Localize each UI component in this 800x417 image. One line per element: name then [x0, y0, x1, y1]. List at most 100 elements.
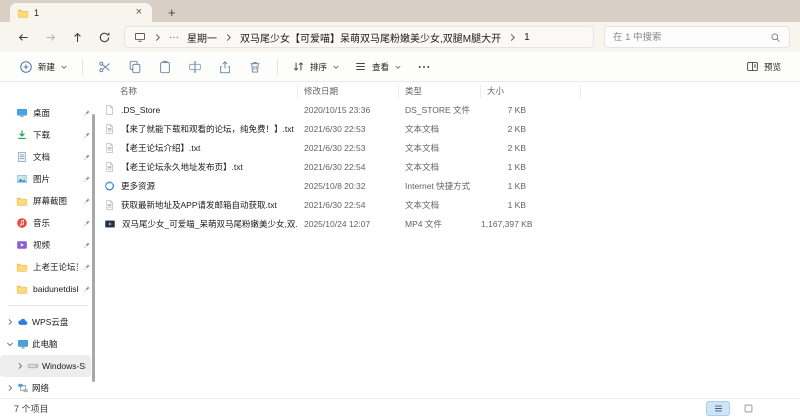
file-name: 获取最新地址及APP请发邮箱自动获取.txt [121, 199, 277, 210]
drive-icon [27, 360, 39, 372]
copy-button[interactable] [120, 56, 150, 78]
this-pc-icon[interactable] [134, 31, 146, 43]
sidebar-item-folder-baidunetdisk[interactable]: baidunetdisl [0, 278, 96, 300]
sidebar-item-music[interactable]: 音乐 [0, 212, 96, 234]
pin-icon [83, 197, 91, 205]
cut-button[interactable] [90, 56, 120, 78]
search-icon[interactable] [770, 32, 781, 43]
file-date: 2021/6/30 22:53 [304, 142, 366, 153]
see-more-button[interactable] [409, 56, 439, 78]
chevron-down-icon [60, 63, 68, 71]
pictures-icon [16, 173, 28, 185]
sidebar-item-documents[interactable]: 文档 [0, 146, 96, 168]
sidebar-item-network[interactable]: 网络 [0, 377, 96, 398]
chevron-down-icon[interactable] [5, 341, 14, 347]
file-size: 1 KB [507, 180, 526, 191]
sidebar-item-wps-cloud[interactable]: WPS云盘 [0, 311, 96, 333]
downloads-icon [16, 129, 28, 141]
sidebar-item-label: 网络 [32, 383, 50, 393]
sidebar-item-folder-laowang[interactable]: 上老王论坛当 [0, 256, 96, 278]
sidebar-item-label: baidunetdisl [33, 284, 78, 294]
sort-button[interactable]: 排序 [285, 56, 347, 77]
this-pc-icon [17, 338, 29, 350]
sidebar-item-this-pc[interactable]: 此电脑 [0, 333, 96, 355]
column-header-date[interactable]: 修改日期 [298, 84, 399, 98]
chevron-right-icon[interactable] [15, 362, 24, 370]
search-box[interactable] [604, 26, 790, 48]
address-bar-row: ··· 星期一 双马尾少女【可爱喵】呆萌双马尾粉嫩美少女,双腿M腿大开 1 [0, 22, 800, 52]
status-bar: 7 个项目 [0, 398, 800, 417]
sidebar-item-label: 屏幕截图 [33, 196, 68, 206]
file-date: 2021/6/30 22:53 [304, 123, 366, 134]
tab-title: 1 [34, 7, 40, 18]
rename-button[interactable] [180, 56, 210, 78]
view-button[interactable]: 查看 [347, 56, 409, 77]
column-header-name[interactable]: 名称 [104, 84, 298, 98]
file-name: 【老王论坛介绍】.txt [121, 142, 201, 153]
internet-shortcut-icon [104, 180, 115, 192]
sidebar-item-pictures[interactable]: 图片 [0, 168, 96, 190]
file-row[interactable]: 获取最新地址及APP请发邮箱自动获取.txt 2021/6/30 22:54 文… [96, 195, 800, 214]
details-view-toggle[interactable] [706, 400, 730, 416]
file-row[interactable]: 更多资源 2025/10/8 20:32 Internet 快捷方式 1 KB [96, 176, 800, 195]
new-tab-button[interactable]: + [168, 6, 176, 22]
sidebar-item-screenshots[interactable]: 屏幕截图 [0, 190, 96, 212]
file-row[interactable]: 【来了就能下载和观看的论坛，纯免费！】.txt 2021/6/30 22:53 … [96, 119, 800, 138]
new-button[interactable]: 新建 [12, 56, 75, 78]
icons-view-toggle[interactable] [736, 401, 760, 416]
breadcrumb-item[interactable]: 星期一 [187, 30, 217, 45]
navigation-pane: 桌面 下载 文档 图片 屏幕截图 音乐 视频 上老王论坛 baidunetdis… [0, 82, 96, 398]
sidebar-item-windows-ssd[interactable]: Windows-SSD [0, 355, 91, 377]
sidebar-scrollbar[interactable] [92, 114, 95, 382]
search-input[interactable] [613, 31, 766, 43]
breadcrumb-item-current[interactable]: 1 [524, 32, 530, 43]
sidebar-item-downloads[interactable]: 下载 [0, 124, 96, 146]
refresh-button[interactable] [91, 26, 118, 48]
delete-button[interactable] [240, 56, 270, 78]
file-date: 2025/10/24 12:07 [304, 218, 371, 229]
breadcrumb-overflow[interactable]: ··· [169, 32, 179, 43]
column-header-size[interactable]: 大小 [481, 84, 581, 98]
documents-icon [16, 151, 28, 163]
text-file-icon [104, 142, 115, 154]
pin-icon [83, 175, 91, 183]
file-type: Internet 快捷方式 [405, 180, 471, 191]
breadcrumb[interactable]: ··· 星期一 双马尾少女【可爱喵】呆萌双马尾粉嫩美少女,双腿M腿大开 1 [124, 26, 594, 48]
pin-icon [83, 263, 91, 271]
paste-button[interactable] [150, 56, 180, 78]
explorer-tab[interactable]: 1 × [10, 3, 152, 22]
chevron-right-icon[interactable] [5, 384, 14, 392]
forward-button[interactable] [37, 26, 64, 48]
share-button[interactable] [210, 56, 240, 78]
chevron-right-icon[interactable] [5, 318, 14, 326]
file-size: 1 KB [507, 161, 526, 172]
preview-button[interactable]: 预览 [739, 56, 788, 77]
pin-icon [83, 241, 91, 249]
command-toolbar: 新建 排序 查看 预览 [0, 52, 800, 82]
text-file-icon [104, 123, 115, 135]
file-row[interactable]: 【老王论坛介绍】.txt 2021/6/30 22:53 文本文档 2 KB [96, 138, 800, 157]
file-type: 文本文档 [405, 123, 440, 134]
sidebar-item-desktop[interactable]: 桌面 [0, 102, 96, 124]
breadcrumb-item[interactable]: 双马尾少女【可爱喵】呆萌双马尾粉嫩美少女,双腿M腿大开 [240, 30, 501, 45]
sidebar-item-label: 音乐 [33, 218, 51, 228]
folder-icon [16, 283, 28, 295]
sidebar-item-label: WPS云盘 [32, 317, 69, 327]
file-row[interactable]: 双马尾少女_可爱喵_呆萌双马尾粉嫩美少女,双... 2025/10/24 12:… [96, 214, 800, 233]
file-name: 【老王论坛永久地址发布页】.txt [121, 161, 243, 172]
sidebar-item-videos[interactable]: 视频 [0, 234, 96, 256]
chevron-right-icon [509, 33, 516, 42]
up-button[interactable] [64, 26, 91, 48]
file-row[interactable]: .DS_Store 2020/10/15 23:36 DS_STORE 文件 7… [96, 100, 800, 119]
sort-button-label: 排序 [310, 61, 328, 72]
file-size: 1 KB [507, 199, 526, 210]
file-row[interactable]: 【老王论坛永久地址发布页】.txt 2021/6/30 22:54 文本文档 1… [96, 157, 800, 176]
pin-icon [83, 109, 91, 117]
text-file-icon [104, 199, 115, 211]
tab-close-icon[interactable]: × [133, 7, 145, 18]
file-date: 2021/6/30 22:54 [304, 199, 366, 210]
videos-icon [16, 239, 28, 251]
file-name: 双马尾少女_可爱喵_呆萌双马尾粉嫩美少女,双... [122, 218, 298, 229]
column-header-type[interactable]: 类型 [399, 84, 481, 98]
back-button[interactable] [10, 26, 37, 48]
